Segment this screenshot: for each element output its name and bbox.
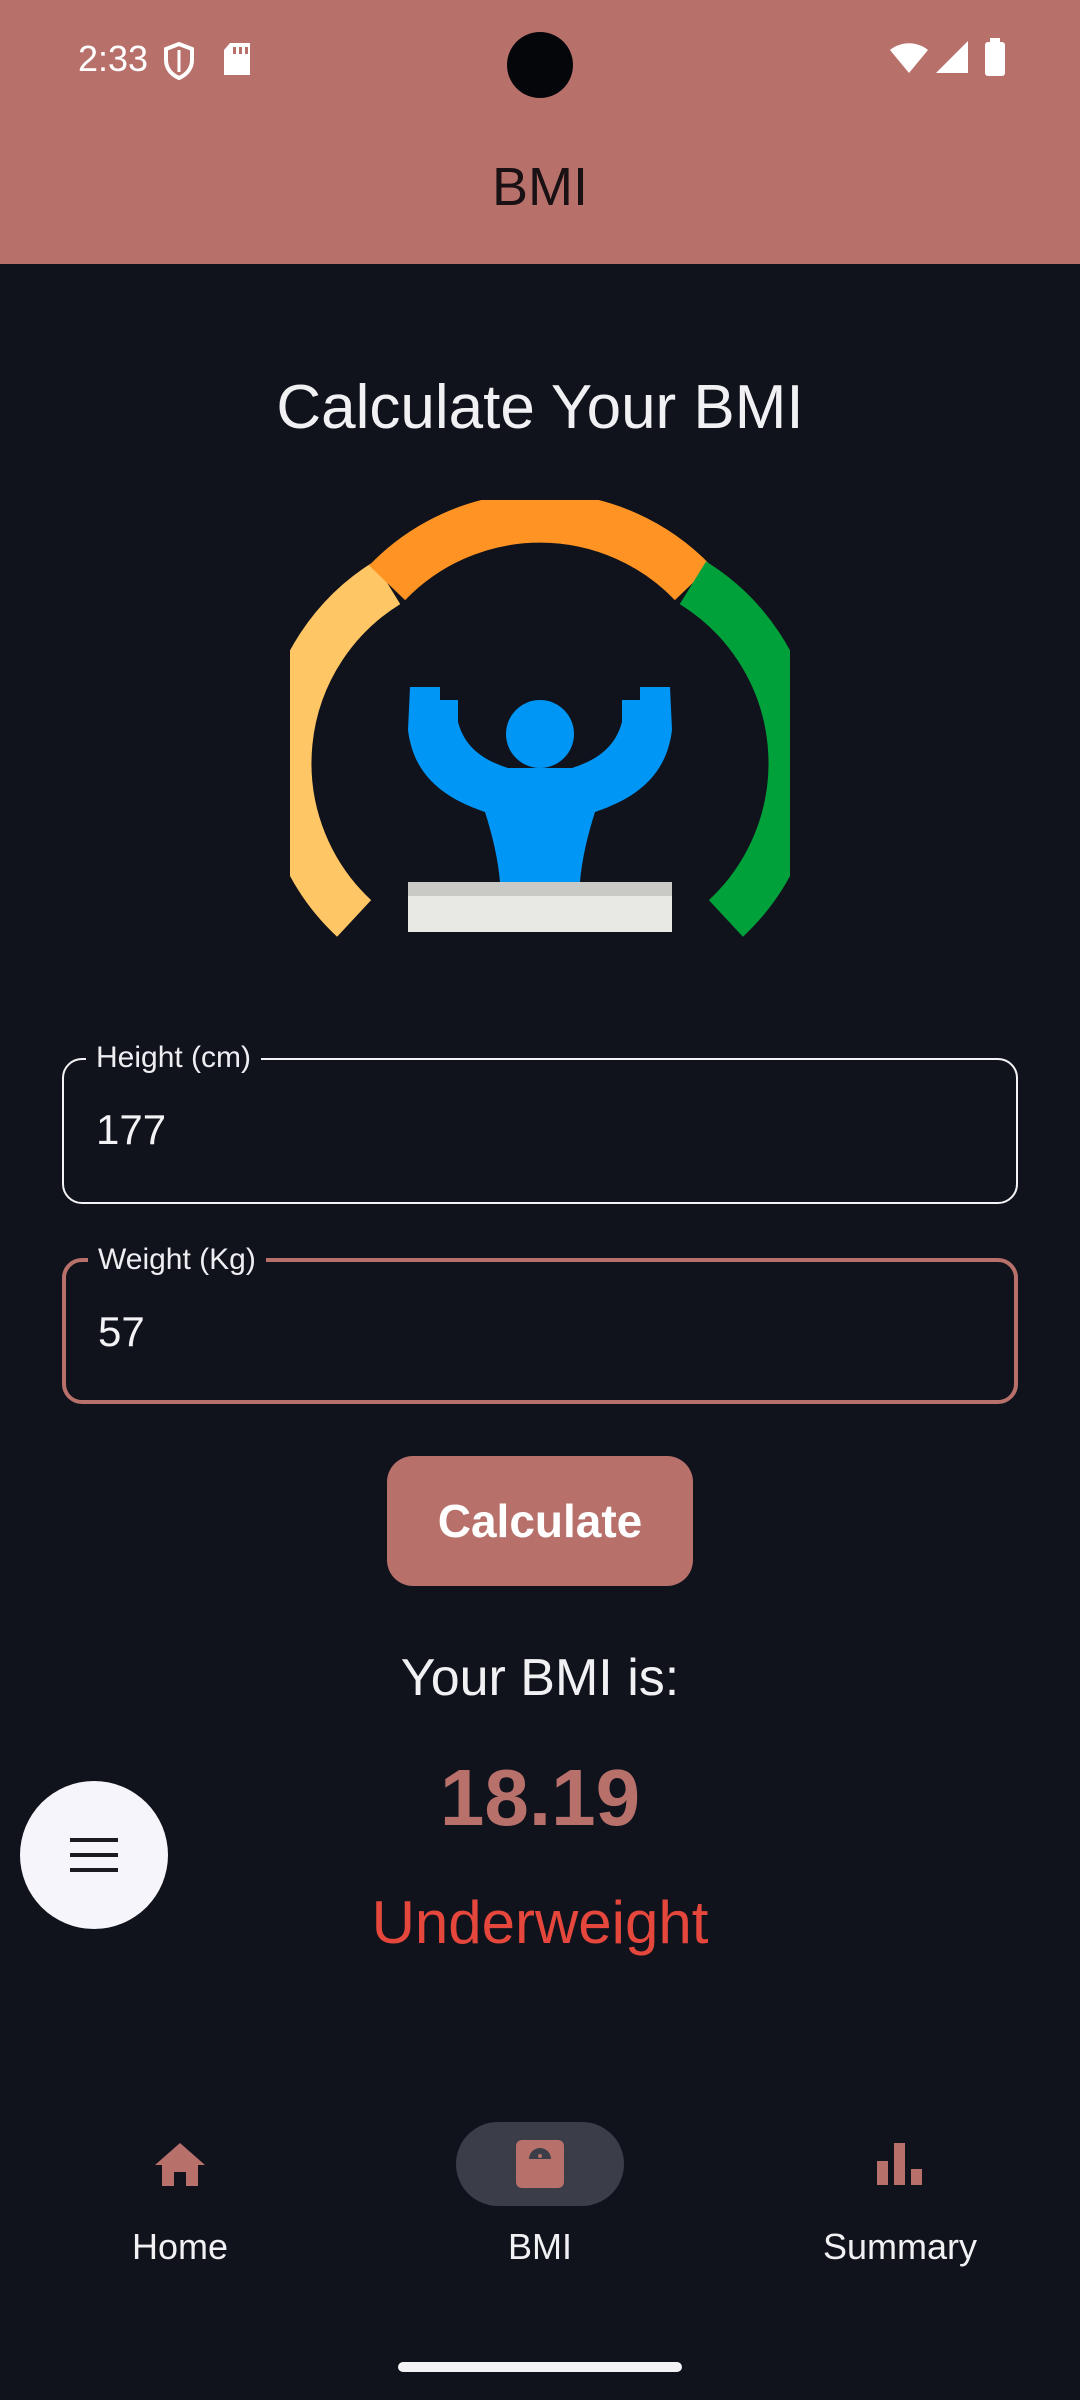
weight-field[interactable]: Weight (Kg) 57 bbox=[62, 1240, 1018, 1404]
nav-item-bmi[interactable]: BMI bbox=[360, 2080, 720, 2320]
bar-chart-icon bbox=[877, 2143, 922, 2185]
sd-card-icon bbox=[224, 43, 250, 75]
nav-item-summary[interactable]: Summary bbox=[720, 2080, 1080, 2320]
height-field[interactable]: Height (cm) 177 bbox=[62, 1038, 1018, 1204]
weight-input[interactable]: 57 bbox=[98, 1304, 145, 1360]
nav-label-home: Home bbox=[131, 2226, 229, 2267]
bmi-category: Underweight bbox=[371, 1889, 709, 1956]
weight-field-label: Weight (Kg) bbox=[88, 1240, 266, 1280]
status-time: 2:33 bbox=[78, 38, 149, 79]
bmi-gauge-strongman-icon bbox=[290, 500, 790, 937]
app-bar-title: BMI bbox=[491, 157, 588, 217]
cellular-signal-icon bbox=[936, 41, 968, 73]
nav-label-summary: Summary bbox=[822, 2226, 978, 2267]
nav-label-bmi: BMI bbox=[507, 2226, 572, 2267]
nav-item-home[interactable]: Home bbox=[0, 2080, 360, 2320]
bottom-navigation: Home BMI Summary bbox=[0, 2080, 1080, 2400]
height-input[interactable]: 177 bbox=[96, 1102, 166, 1158]
menu-icon bbox=[70, 1838, 118, 1872]
calculate-button[interactable]: Calculate bbox=[387, 1456, 693, 1586]
shield-icon bbox=[164, 42, 194, 80]
bmi-screen: 2:33 BMI Calculate Your BMI Height (cm) … bbox=[0, 0, 1080, 2400]
result-label: Your BMI is: bbox=[400, 1649, 680, 1707]
menu-fab[interactable] bbox=[20, 1781, 168, 1929]
height-field-label: Height (cm) bbox=[86, 1038, 262, 1078]
camera-cutout bbox=[507, 32, 573, 98]
home-indicator[interactable] bbox=[398, 2362, 682, 2372]
home-icon bbox=[155, 2143, 205, 2186]
page-heading: Calculate Your BMI bbox=[276, 373, 804, 442]
battery-icon bbox=[985, 38, 1005, 76]
wifi-icon bbox=[890, 43, 928, 73]
scale-icon bbox=[516, 2140, 564, 2188]
app-bar: 2:33 BMI bbox=[0, 0, 1080, 264]
